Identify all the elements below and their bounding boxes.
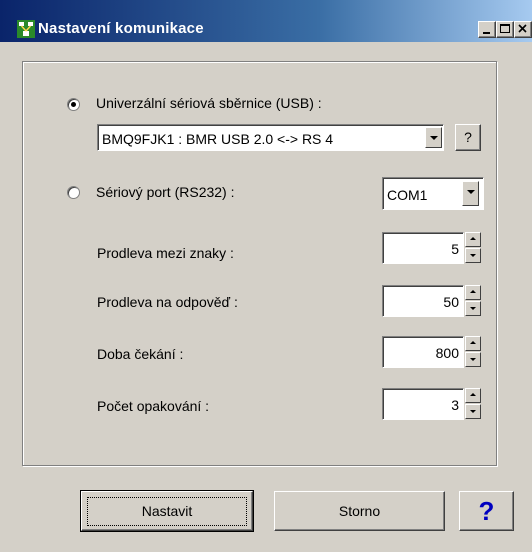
response-delay-value: 50 — [443, 294, 459, 310]
retry-count-up-button[interactable] — [465, 388, 481, 403]
char-delay-up-button[interactable] — [465, 232, 481, 247]
storno-label: Storno — [338, 503, 381, 519]
dialog-window: Nastavení komunikace Univerzální sériová… — [0, 0, 532, 552]
storno-button[interactable]: Storno — [274, 491, 445, 531]
response-delay-down-button[interactable] — [465, 301, 481, 316]
field-label-response-delay: Prodleva na odpověď : — [97, 294, 238, 310]
serial-label: Sériový port (RS232) : — [96, 184, 235, 200]
usb-device-dropdown-button[interactable] — [425, 127, 442, 148]
wait-time-up-button[interactable] — [465, 336, 481, 351]
close-button[interactable] — [514, 21, 532, 38]
field-label-wait-time: Doba čekání : — [97, 346, 184, 362]
network-app-icon — [17, 20, 35, 38]
char-delay-spinner[interactable] — [465, 232, 481, 264]
help-question-icon: ? — [478, 496, 495, 526]
retry-count-down-button[interactable] — [465, 404, 481, 419]
maximize-button[interactable] — [496, 21, 514, 38]
window-title: Nastavení komunikace — [38, 20, 204, 37]
char-delay-down-button[interactable] — [465, 248, 481, 263]
retry-count-input[interactable]: 3 — [382, 388, 464, 420]
usb-device-value: BMQ9FJK1 : BMR USB 2.0 <-> RS 4 — [102, 131, 334, 147]
serial-port-value: COM1 — [387, 187, 428, 203]
response-delay-input[interactable]: 50 — [382, 285, 464, 317]
wait-time-down-button[interactable] — [465, 352, 481, 367]
serial-radio[interactable] — [67, 186, 80, 199]
char-delay-input[interactable]: 5 — [382, 232, 464, 264]
serial-port-combobox[interactable]: COM1 — [382, 177, 484, 210]
maximize-icon — [500, 24, 510, 33]
field-label-retry-count: Počet opakování : — [97, 398, 210, 414]
help-button[interactable]: ? — [459, 491, 514, 531]
wait-time-spinner[interactable] — [465, 336, 481, 368]
serial-port-dropdown-button[interactable] — [462, 181, 479, 206]
field-label-char-delay: Prodleva mezi znaky : — [97, 245, 234, 261]
char-delay-value: 5 — [451, 241, 459, 257]
usb-help-label: ? — [464, 129, 472, 145]
usb-device-combobox[interactable]: BMQ9FJK1 : BMR USB 2.0 <-> RS 4 — [97, 124, 444, 151]
title-bar[interactable]: Nastavení komunikace — [0, 0, 532, 42]
minimize-button[interactable] — [478, 21, 496, 38]
close-icon — [518, 24, 527, 33]
retry-count-spinner[interactable] — [465, 388, 481, 420]
nastavit-button[interactable]: Nastavit — [81, 491, 253, 531]
response-delay-spinner[interactable] — [465, 285, 481, 317]
usb-help-button[interactable]: ? — [455, 124, 481, 151]
usb-radio[interactable] — [67, 98, 80, 111]
wait-time-input[interactable]: 800 — [382, 336, 464, 368]
response-delay-up-button[interactable] — [465, 285, 481, 300]
focus-rectangle — [87, 497, 247, 526]
usb-label: Univerzální sériová sběrnice (USB) : — [96, 95, 322, 111]
retry-count-value: 3 — [451, 397, 459, 413]
minimize-icon — [483, 32, 490, 34]
wait-time-value: 800 — [435, 345, 459, 361]
